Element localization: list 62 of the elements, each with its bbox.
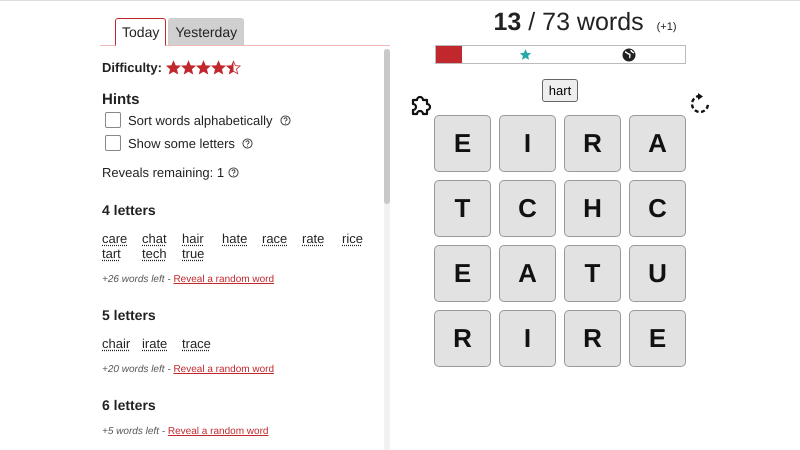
reveals-remaining: Reveals remaining: 1 bbox=[102, 165, 224, 180]
star-icon bbox=[210, 60, 226, 75]
words-left: +26 words left - bbox=[102, 274, 171, 285]
tab[interactable]: Yesterday bbox=[168, 18, 244, 45]
group-heading: 5 letters bbox=[102, 307, 157, 323]
star-icon bbox=[196, 60, 211, 75]
star-icon bbox=[226, 60, 241, 75]
letter-tile[interactable]: C bbox=[629, 180, 686, 237]
words-left: +5 words left - bbox=[102, 426, 166, 437]
reveal-link[interactable]: Reveal a random word bbox=[173, 364, 274, 375]
star-icon bbox=[518, 48, 532, 61]
star-icon bbox=[180, 60, 196, 75]
letter-tile[interactable]: R bbox=[434, 310, 491, 367]
help-icon[interactable] bbox=[242, 138, 253, 148]
help-icon[interactable] bbox=[280, 114, 291, 126]
found-word[interactable]: rate bbox=[302, 231, 342, 246]
group-heading: 6 letters bbox=[102, 397, 157, 413]
current-word[interactable]: hart bbox=[542, 79, 578, 102]
letter-tile[interactable]: C bbox=[499, 180, 556, 237]
letter-tile[interactable]: A bbox=[499, 245, 556, 302]
rotate-icon[interactable] bbox=[688, 92, 712, 116]
bonus-count: (+1) bbox=[656, 21, 676, 33]
letter-tile[interactable]: E bbox=[629, 310, 686, 367]
checkbox[interactable] bbox=[105, 135, 121, 151]
found-word[interactable]: tech bbox=[142, 246, 182, 261]
letter-tile[interactable]: I bbox=[499, 310, 556, 367]
found-word[interactable]: trace bbox=[182, 336, 222, 351]
reveal-link[interactable]: Reveal a random word bbox=[168, 426, 268, 437]
words-left: +20 words left - bbox=[102, 364, 171, 375]
found-word[interactable]: chat bbox=[142, 231, 182, 246]
found-word[interactable]: irate bbox=[142, 336, 182, 351]
difficulty-label: Difficulty: bbox=[102, 60, 162, 75]
letter-tile[interactable]: T bbox=[434, 180, 491, 237]
tab[interactable]: Today bbox=[115, 18, 166, 46]
reveal-link[interactable]: Reveal a random word bbox=[173, 274, 274, 285]
letter-tile[interactable]: E bbox=[434, 245, 491, 302]
letter-tile[interactable]: I bbox=[499, 115, 556, 172]
found-word[interactable]: hair bbox=[182, 231, 222, 246]
letter-tile[interactable]: T bbox=[564, 245, 621, 302]
letter-tile[interactable]: E bbox=[434, 115, 491, 172]
found-word[interactable]: chair bbox=[102, 336, 142, 351]
star-icon bbox=[166, 60, 181, 75]
letter-tile[interactable]: R bbox=[564, 310, 621, 367]
group-heading: 4 letters bbox=[102, 202, 157, 218]
scrollbar-thumb[interactable] bbox=[384, 49, 390, 204]
letter-tile[interactable]: A bbox=[629, 115, 686, 172]
hints-heading: Hints bbox=[102, 91, 140, 108]
checkbox-label[interactable]: Show some letters bbox=[128, 136, 235, 150]
found-word[interactable]: race bbox=[262, 231, 302, 246]
letter-tile[interactable]: U bbox=[629, 245, 686, 302]
found-word[interactable]: true bbox=[182, 246, 222, 261]
letter-tile[interactable]: H bbox=[564, 180, 621, 237]
help-icon[interactable] bbox=[228, 167, 240, 178]
found-word[interactable]: care bbox=[102, 231, 142, 246]
letter-tile[interactable]: R bbox=[564, 115, 621, 172]
globe-icon bbox=[622, 48, 636, 62]
checkbox[interactable] bbox=[105, 112, 121, 128]
found-word[interactable]: tart bbox=[102, 246, 142, 261]
checkbox-label[interactable]: Sort words alphabetically bbox=[128, 112, 273, 128]
found-word[interactable]: rice bbox=[342, 231, 382, 246]
found-word[interactable]: hate bbox=[222, 231, 262, 246]
score-text: 13 / 73 words bbox=[494, 8, 644, 37]
